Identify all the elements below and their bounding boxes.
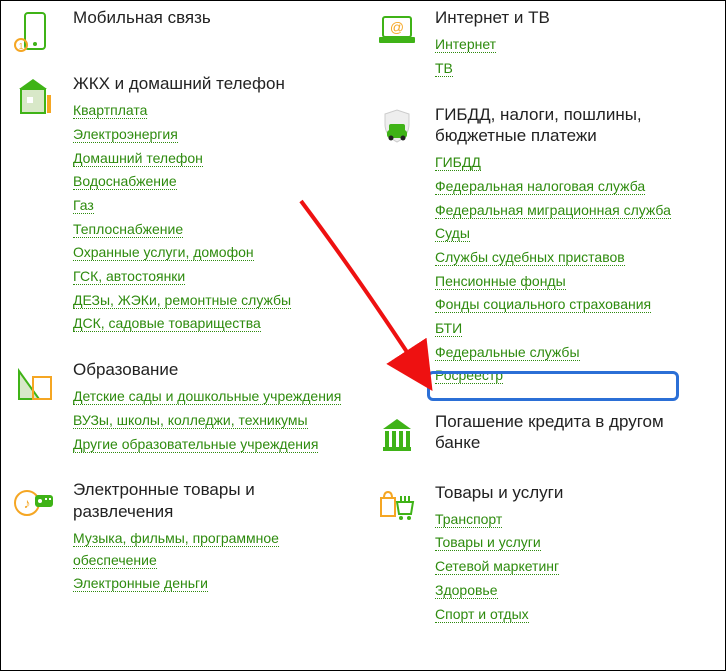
link-item[interactable]: Детские сады и дошкольные учреждения: [73, 388, 341, 405]
svg-text:@: @: [390, 19, 404, 35]
phone-icon: 1: [13, 7, 73, 51]
link-item[interactable]: Электронные деньги: [73, 575, 208, 592]
link-item[interactable]: ДСК, садовые товарищества: [73, 315, 261, 332]
link-item[interactable]: Суды: [435, 225, 470, 242]
laptop-icon: @: [375, 7, 435, 51]
link-item[interactable]: Музыка, фильмы, программное обеспечение: [73, 530, 279, 569]
category-mobile: 1 Мобильная связь: [13, 7, 351, 51]
category-title[interactable]: Погашение кредита в другом банке: [435, 411, 713, 454]
link-item[interactable]: ТВ: [435, 60, 453, 77]
category-loan: Погашение кредита в другом банке: [375, 411, 713, 460]
category-title[interactable]: Товары и услуги: [435, 482, 713, 503]
link-item[interactable]: Пенсионные фонды: [435, 273, 566, 290]
link-item[interactable]: Федеральные службы: [435, 344, 580, 361]
link-item[interactable]: Квартплата: [73, 102, 147, 119]
link-item[interactable]: ДЕЗы, ЖЭКи, ремонтные службы: [73, 292, 291, 309]
link-item[interactable]: ВУЗы, школы, колледжи, техникумы: [73, 412, 308, 429]
category-education: Образование Детские сады и дошкольные уч…: [13, 359, 351, 457]
link-item[interactable]: Транспорт: [435, 511, 502, 528]
gov-icon: [375, 104, 435, 148]
link-item[interactable]: ГСК, автостоянки: [73, 268, 185, 285]
category-internet: @ Интернет и ТВ Интернет ТВ: [375, 7, 713, 82]
link-item[interactable]: Другие образовательные учреждения: [73, 436, 318, 453]
category-title[interactable]: Мобильная связь: [73, 7, 351, 28]
bank-icon: [375, 411, 435, 455]
media-icon: ♪: [13, 479, 73, 523]
link-item[interactable]: Спорт и отдых: [435, 606, 529, 623]
link-item[interactable]: Водоснабжение: [73, 173, 177, 190]
link-item[interactable]: БТИ: [435, 320, 462, 337]
category-title[interactable]: ГИБДД, налоги, пошлины, бюджетные платеж…: [435, 104, 713, 147]
education-icon: [13, 359, 73, 403]
category-title[interactable]: ЖКХ и домашний телефон: [73, 73, 351, 94]
link-item[interactable]: Электроэнергия: [73, 126, 178, 143]
svg-text:♪: ♪: [24, 495, 31, 511]
category-utilities: ЖКХ и домашний телефон Квартплата Электр…: [13, 73, 351, 337]
link-item[interactable]: Теплоснабжение: [73, 221, 183, 238]
category-goods: Товары и услуги Транспорт Товары и услуг…: [375, 482, 713, 628]
svg-text:1: 1: [19, 42, 24, 51]
link-item[interactable]: Охранные услуги, домофон: [73, 244, 254, 261]
link-rosreestr[interactable]: Росреестр: [435, 367, 503, 384]
category-government: ГИБДД, налоги, пошлины, бюджетные платеж…: [375, 104, 713, 389]
link-item[interactable]: ГИБДД: [435, 154, 481, 171]
link-item[interactable]: Службы судебных приставов: [435, 249, 625, 266]
link-item[interactable]: Федеральная миграционная служба: [435, 202, 671, 219]
category-title[interactable]: Образование: [73, 359, 351, 380]
link-item[interactable]: Домашний телефон: [73, 150, 203, 167]
cart-icon: [375, 482, 435, 526]
category-electronics: ♪ Электронные товары и развлечения Музык…: [13, 479, 351, 597]
left-column: 1 Мобильная связь ЖКХ и домашний телефон: [13, 7, 369, 649]
link-item[interactable]: Фонды социального страхования: [435, 296, 651, 313]
link-item[interactable]: Федеральная налоговая служба: [435, 178, 645, 195]
link-item[interactable]: Товары и услуги: [435, 534, 541, 551]
category-title[interactable]: Интернет и ТВ: [435, 7, 713, 28]
link-item[interactable]: Интернет: [435, 36, 496, 53]
category-title[interactable]: Электронные товары и развлечения: [73, 479, 351, 522]
link-item[interactable]: Здоровье: [435, 582, 498, 599]
link-item[interactable]: Сетевой маркетинг: [435, 558, 559, 575]
right-column: @ Интернет и ТВ Интернет ТВ: [369, 7, 713, 649]
house-icon: [13, 73, 73, 117]
link-item[interactable]: Газ: [73, 197, 94, 214]
